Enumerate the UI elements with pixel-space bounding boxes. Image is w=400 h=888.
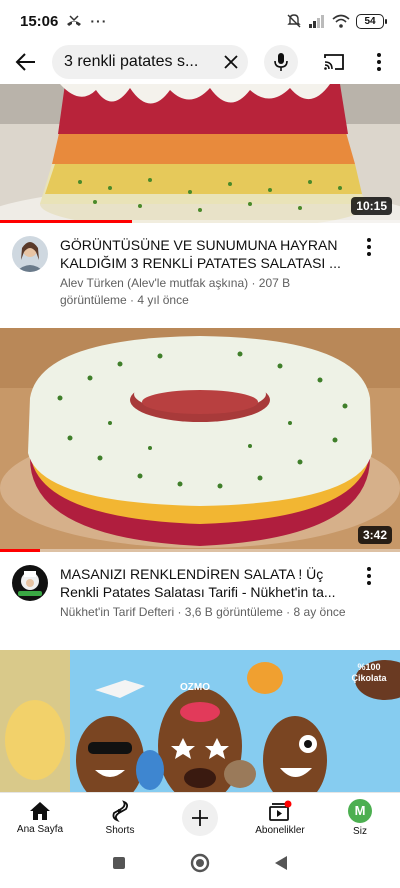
- nav-create[interactable]: [160, 793, 240, 842]
- avatar-image: [12, 236, 48, 272]
- system-back-icon: [275, 855, 287, 870]
- video-duration: 10:15: [351, 197, 392, 215]
- bottom-nav: Ana Sayfa Shorts Abonelikler M Siz: [0, 792, 400, 842]
- video-duration: 3:42: [357, 526, 392, 544]
- subscriptions-icon: [269, 800, 292, 821]
- plus-icon: [192, 809, 208, 826]
- mic-icon: [274, 53, 288, 71]
- signal-icon: [309, 15, 324, 28]
- video-thumbnail[interactable]: 10:15: [0, 84, 400, 223]
- nav-you[interactable]: M Siz: [320, 793, 400, 842]
- nav-subscriptions-label: Abonelikler: [255, 824, 305, 836]
- status-bar: 15:06 ··· 54: [0, 0, 400, 42]
- ad-badge: %100 Çikolata: [351, 662, 387, 683]
- home-icon: [30, 801, 50, 820]
- more-vert-icon: [367, 238, 371, 256]
- ad-thumbnail[interactable]: %100 Çikolata OZMO: [0, 650, 400, 792]
- search-query: 3 renkli patates s...: [64, 53, 199, 70]
- video-title[interactable]: MASANIZI RENKLENDİREN SALATA ! Üç Renkli…: [60, 565, 348, 601]
- channel-avatar[interactable]: [12, 236, 48, 272]
- ad-brand: OZMO: [180, 682, 210, 693]
- avatar-image: [12, 565, 48, 601]
- search-header: 3 renkli patates s...: [0, 42, 400, 82]
- nav-shorts-label: Shorts: [105, 824, 135, 836]
- nav-you-label: Siz: [353, 825, 367, 837]
- close-icon: [224, 55, 238, 69]
- video-meta[interactable]: MASANIZI RENKLENDİREN SALATA ! Üç Renkli…: [0, 565, 400, 621]
- more-options-button[interactable]: [362, 42, 396, 82]
- missed-call-icon: [67, 15, 82, 26]
- back-system-button[interactable]: [274, 855, 288, 876]
- clear-search-button[interactable]: [214, 45, 248, 79]
- chocolate-egg-ad-image: [0, 650, 400, 792]
- watch-progress-bar: [0, 549, 400, 552]
- watch-progress-bar: [0, 220, 400, 223]
- back-button[interactable]: [0, 42, 52, 82]
- video-options-button[interactable]: [354, 236, 384, 266]
- video-title[interactable]: GÖRÜNTÜSÜNE VE SUNUMUNA HAYRAN KALDIĞIM …: [60, 236, 348, 272]
- video-meta[interactable]: GÖRÜNTÜSÜNE VE SUNUMUNA HAYRAN KALDIĞIM …: [0, 236, 400, 309]
- nav-home-label: Ana Sayfa: [16, 823, 64, 835]
- nav-home[interactable]: Ana Sayfa: [0, 793, 80, 842]
- channel-avatar[interactable]: [12, 565, 48, 601]
- system-navigation-bar: [0, 842, 400, 888]
- video-thumbnail[interactable]: 3:42: [0, 328, 400, 552]
- home-button[interactable]: [190, 853, 210, 878]
- video-options-button[interactable]: [354, 565, 384, 595]
- status-time: 15:06: [20, 12, 59, 30]
- voice-search-button[interactable]: [264, 45, 298, 79]
- recents-button[interactable]: [112, 856, 126, 875]
- back-arrow-icon: [15, 53, 35, 71]
- nav-shorts[interactable]: Shorts: [80, 793, 160, 842]
- more-vert-icon: [377, 53, 381, 71]
- cast-icon: [324, 54, 344, 70]
- cast-button[interactable]: [314, 42, 354, 82]
- more-vert-icon: [367, 567, 371, 585]
- salad-bundt-image: [0, 84, 400, 223]
- mute-icon: [287, 14, 301, 28]
- video-channel-info: Nükhet'in Tarif Defteri · 3,6 B görüntül…: [60, 605, 346, 619]
- battery-icon: 54: [356, 13, 387, 29]
- search-input[interactable]: 3 renkli patates s...: [52, 45, 248, 79]
- recents-icon: [113, 856, 125, 869]
- wifi-icon: [332, 14, 350, 28]
- account-avatar: M: [348, 798, 372, 823]
- video-channel-info: Alev Türken (Alev'le mutfak aşkına) · 20…: [60, 276, 291, 307]
- shorts-icon: [112, 799, 129, 822]
- create-button[interactable]: [182, 799, 218, 836]
- salad-ring-image: [0, 328, 400, 552]
- system-home-icon: [190, 853, 210, 872]
- nav-subscriptions[interactable]: Abonelikler: [240, 793, 320, 842]
- dots-icon: ···: [90, 13, 108, 29]
